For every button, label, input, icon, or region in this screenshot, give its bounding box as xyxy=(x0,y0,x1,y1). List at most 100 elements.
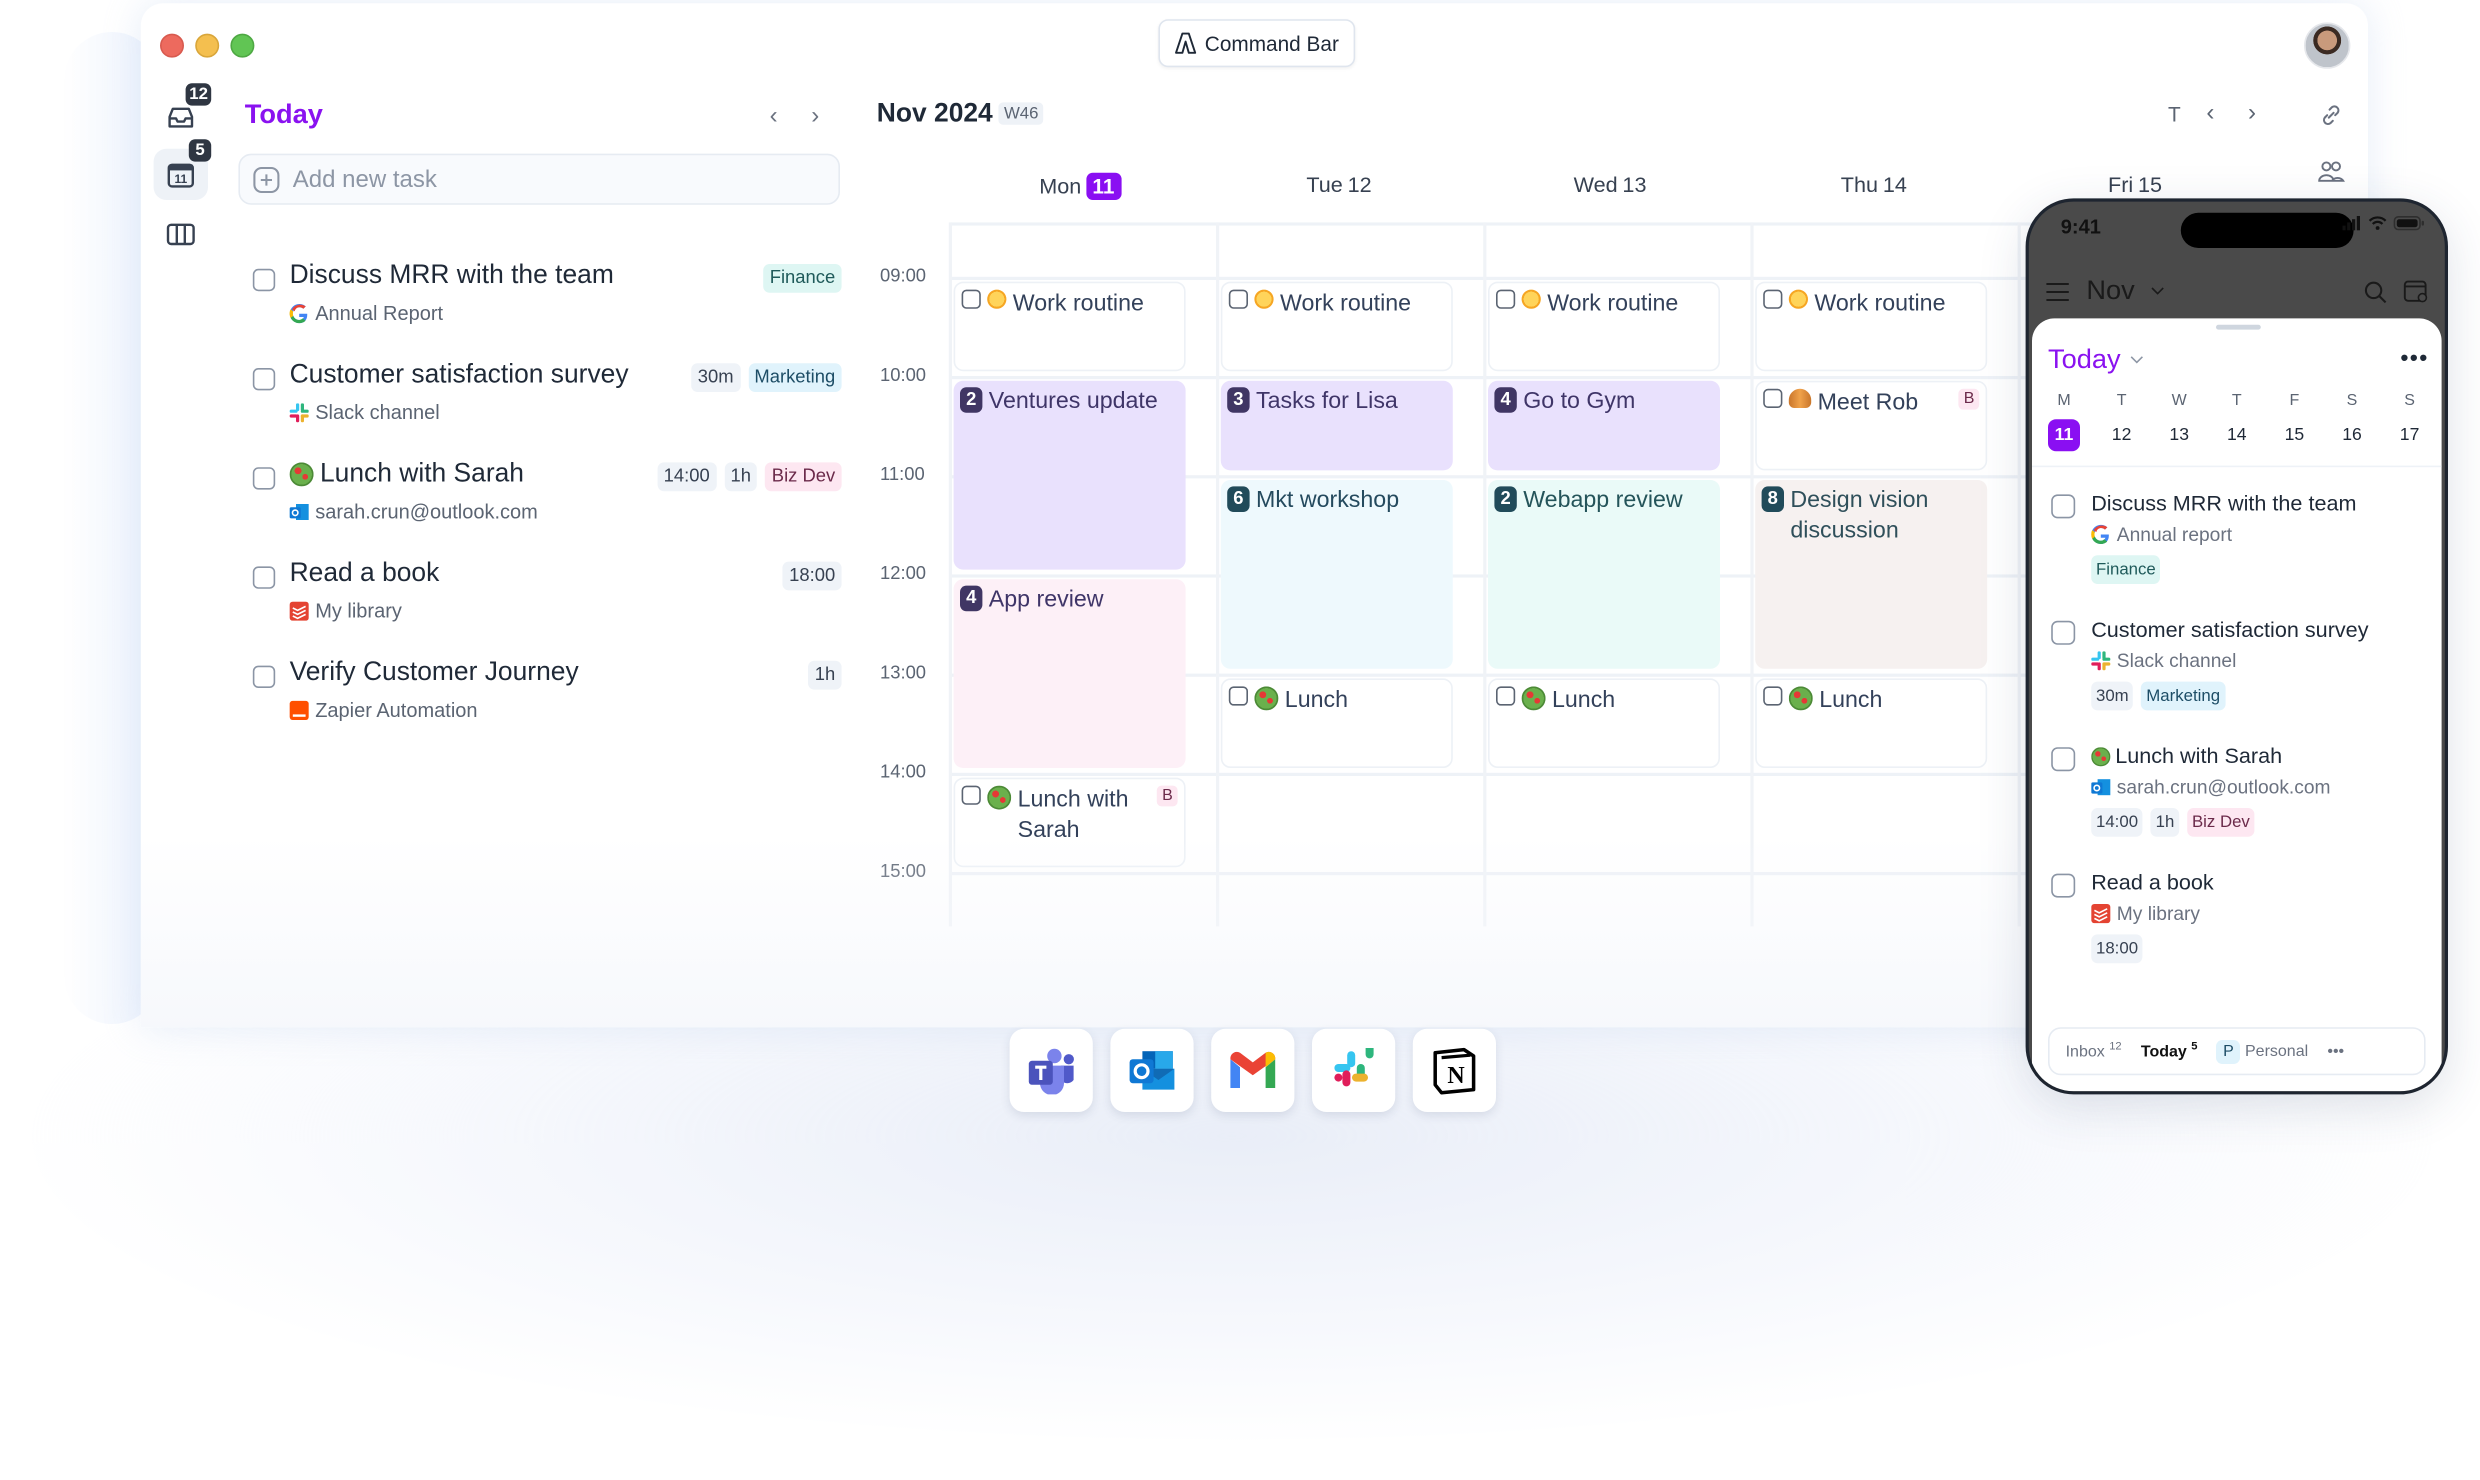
close-window-button[interactable] xyxy=(160,33,184,58)
phone-day[interactable]: S 16 xyxy=(2326,392,2377,451)
event-checkbox[interactable] xyxy=(1496,686,1516,706)
event-checkbox[interactable] xyxy=(1228,686,1248,706)
phone-tab-personal[interactable]: P Personal xyxy=(2216,1039,2308,1064)
event-checkbox[interactable] xyxy=(1763,686,1783,706)
phone-day[interactable]: M 11 xyxy=(2038,392,2089,452)
day-header-thu[interactable]: Thu 14 xyxy=(1841,173,1907,197)
phone-day[interactable]: T 12 xyxy=(2096,392,2147,451)
calendar-event[interactable]: 6 Mkt workshop xyxy=(1220,480,1453,669)
task-checkbox[interactable] xyxy=(252,268,276,292)
search-icon[interactable] xyxy=(2363,279,2387,303)
slack-app-button[interactable] xyxy=(1312,1028,1396,1112)
calendar-event[interactable]: 2 Ventures update xyxy=(953,380,1186,570)
calendar-event[interactable]: Work routine xyxy=(1220,281,1453,372)
sheet-grab-handle[interactable] xyxy=(2216,324,2261,330)
event-checkbox[interactable] xyxy=(961,785,981,805)
maximize-window-button[interactable] xyxy=(230,33,255,58)
calendar-event[interactable]: Lunch xyxy=(1755,678,1988,768)
phone-tab-today[interactable]: Today 5 xyxy=(2141,1041,2198,1061)
calendar-settings-icon[interactable] xyxy=(2403,278,2429,304)
day-header-tue[interactable]: Tue 12 xyxy=(1306,173,1371,197)
link-icon[interactable] xyxy=(2318,102,2344,128)
calendar-event[interactable]: Lunch xyxy=(1220,678,1453,768)
task-tag[interactable]: 1h xyxy=(724,462,758,492)
event-checkbox[interactable] xyxy=(1763,388,1783,408)
phone-task-tag[interactable]: 18:00 xyxy=(2091,934,2143,964)
add-task-input[interactable] xyxy=(289,164,776,195)
phone-day[interactable]: F 15 xyxy=(2269,392,2320,451)
calendar-prev-button[interactable]: ‹ xyxy=(2206,99,2214,126)
day-header-fri[interactable]: Fri 15 xyxy=(2108,173,2162,197)
menu-icon[interactable] xyxy=(2045,281,2071,302)
task-source[interactable]: Slack channel xyxy=(289,402,440,424)
phone-task-checkbox[interactable] xyxy=(2051,747,2076,772)
phone-task-tag[interactable]: Marketing xyxy=(2141,681,2225,711)
phone-day[interactable]: S 17 xyxy=(2384,392,2435,451)
phone-task-source[interactable]: Slack channel xyxy=(2091,650,2236,672)
phone-task-checkbox[interactable] xyxy=(2051,873,2076,898)
calendar-event[interactable]: Lunch with Sarah B xyxy=(953,777,1186,868)
today-jump-button[interactable]: T xyxy=(2168,102,2181,126)
phone-today-title[interactable]: Today xyxy=(2048,344,2145,376)
task-tag[interactable]: Biz Dev xyxy=(765,462,842,492)
task-source[interactable]: Annual Report xyxy=(289,302,443,325)
teams-app-button[interactable] xyxy=(1009,1028,1093,1112)
calendar-event[interactable]: Lunch xyxy=(1488,678,1720,768)
task-tag[interactable]: Marketing xyxy=(748,363,842,392)
task-tag[interactable]: 14:00 xyxy=(657,462,717,492)
task-item[interactable]: Verify Customer Journey Zapier Automation… xyxy=(252,656,842,736)
calendar-event[interactable]: Meet Rob B xyxy=(1755,380,1988,471)
calendar-event[interactable]: Work routine xyxy=(1755,281,1988,372)
calendar-event[interactable]: 2 Webapp review xyxy=(1488,480,1720,669)
task-item[interactable]: Read a book My library 18:00 xyxy=(252,557,842,637)
avatar[interactable] xyxy=(2304,22,2351,69)
task-tag[interactable]: 1h xyxy=(808,660,842,690)
chevron-down-icon[interactable] xyxy=(2151,286,2165,296)
phone-tab-more[interactable]: ••• xyxy=(2327,1042,2344,1060)
phone-task-tag[interactable]: 14:00 xyxy=(2091,808,2143,837)
phone-task-tag[interactable]: Finance xyxy=(2091,555,2161,584)
today-next-button[interactable]: › xyxy=(811,102,819,129)
add-task-field[interactable] xyxy=(238,153,840,205)
calendar-event[interactable]: 8 Design vision discussion xyxy=(1755,480,1988,669)
sidebar-item-today[interactable]: 11 5 xyxy=(153,139,212,200)
calendar-event[interactable]: 4 App review xyxy=(953,579,1186,768)
task-tag[interactable]: Finance xyxy=(763,264,842,293)
task-item[interactable]: Lunch with Sarah sarah.crun@outlook.com 14… xyxy=(252,458,842,538)
minimize-window-button[interactable] xyxy=(195,33,220,58)
phone-task-tag[interactable]: Biz Dev xyxy=(2187,808,2255,837)
phone-task-checkbox[interactable] xyxy=(2051,620,2076,645)
task-item[interactable]: Customer satisfaction survey Slack channe… xyxy=(252,358,842,438)
phone-task-source[interactable]: My library xyxy=(2091,902,2200,925)
task-checkbox[interactable] xyxy=(252,566,276,589)
day-header-wed[interactable]: Wed 13 xyxy=(1574,173,1647,197)
task-source[interactable]: sarah.crun@outlook.com xyxy=(289,501,538,523)
phone-task-checkbox[interactable] xyxy=(2051,494,2076,519)
phone-month-label[interactable]: Nov xyxy=(2086,275,2134,307)
phone-task-source[interactable]: Annual report xyxy=(2091,523,2232,546)
phone-more-button[interactable]: ••• xyxy=(2400,344,2428,370)
calendar-next-button[interactable]: › xyxy=(2248,99,2256,126)
event-checkbox[interactable] xyxy=(961,289,981,309)
sidebar-item-inbox[interactable]: 12 xyxy=(154,83,212,144)
task-source[interactable]: My library xyxy=(289,600,402,622)
phone-task-tag[interactable]: 30m xyxy=(2091,681,2134,711)
day-header-mon[interactable]: Mon 11 xyxy=(1039,172,1121,200)
sidebar-item-boards[interactable] xyxy=(154,208,208,259)
gmail-app-button[interactable] xyxy=(1211,1028,1295,1112)
task-tag[interactable]: 30m xyxy=(691,363,740,392)
task-checkbox[interactable] xyxy=(252,467,276,490)
outlook-app-button[interactable] xyxy=(1110,1028,1194,1112)
calendar-event[interactable]: 4 Go to Gym xyxy=(1488,380,1720,471)
phone-day[interactable]: W 13 xyxy=(2154,392,2205,451)
calendar-event[interactable]: 3 Tasks for Lisa xyxy=(1220,380,1453,471)
task-tag[interactable]: 18:00 xyxy=(782,561,842,591)
task-item[interactable]: Discuss MRR with the team Annual Report Fi… xyxy=(252,259,842,339)
people-icon[interactable] xyxy=(2317,160,2346,182)
event-checkbox[interactable] xyxy=(1763,289,1783,309)
phone-task-source[interactable]: sarah.crun@outlook.com xyxy=(2091,776,2331,798)
notion-app-button[interactable]: N xyxy=(1412,1028,1496,1112)
command-bar-button[interactable]: Command Bar xyxy=(1158,19,1355,68)
today-prev-button[interactable]: ‹ xyxy=(770,102,778,129)
phone-task-tag[interactable]: 1h xyxy=(2150,808,2180,837)
